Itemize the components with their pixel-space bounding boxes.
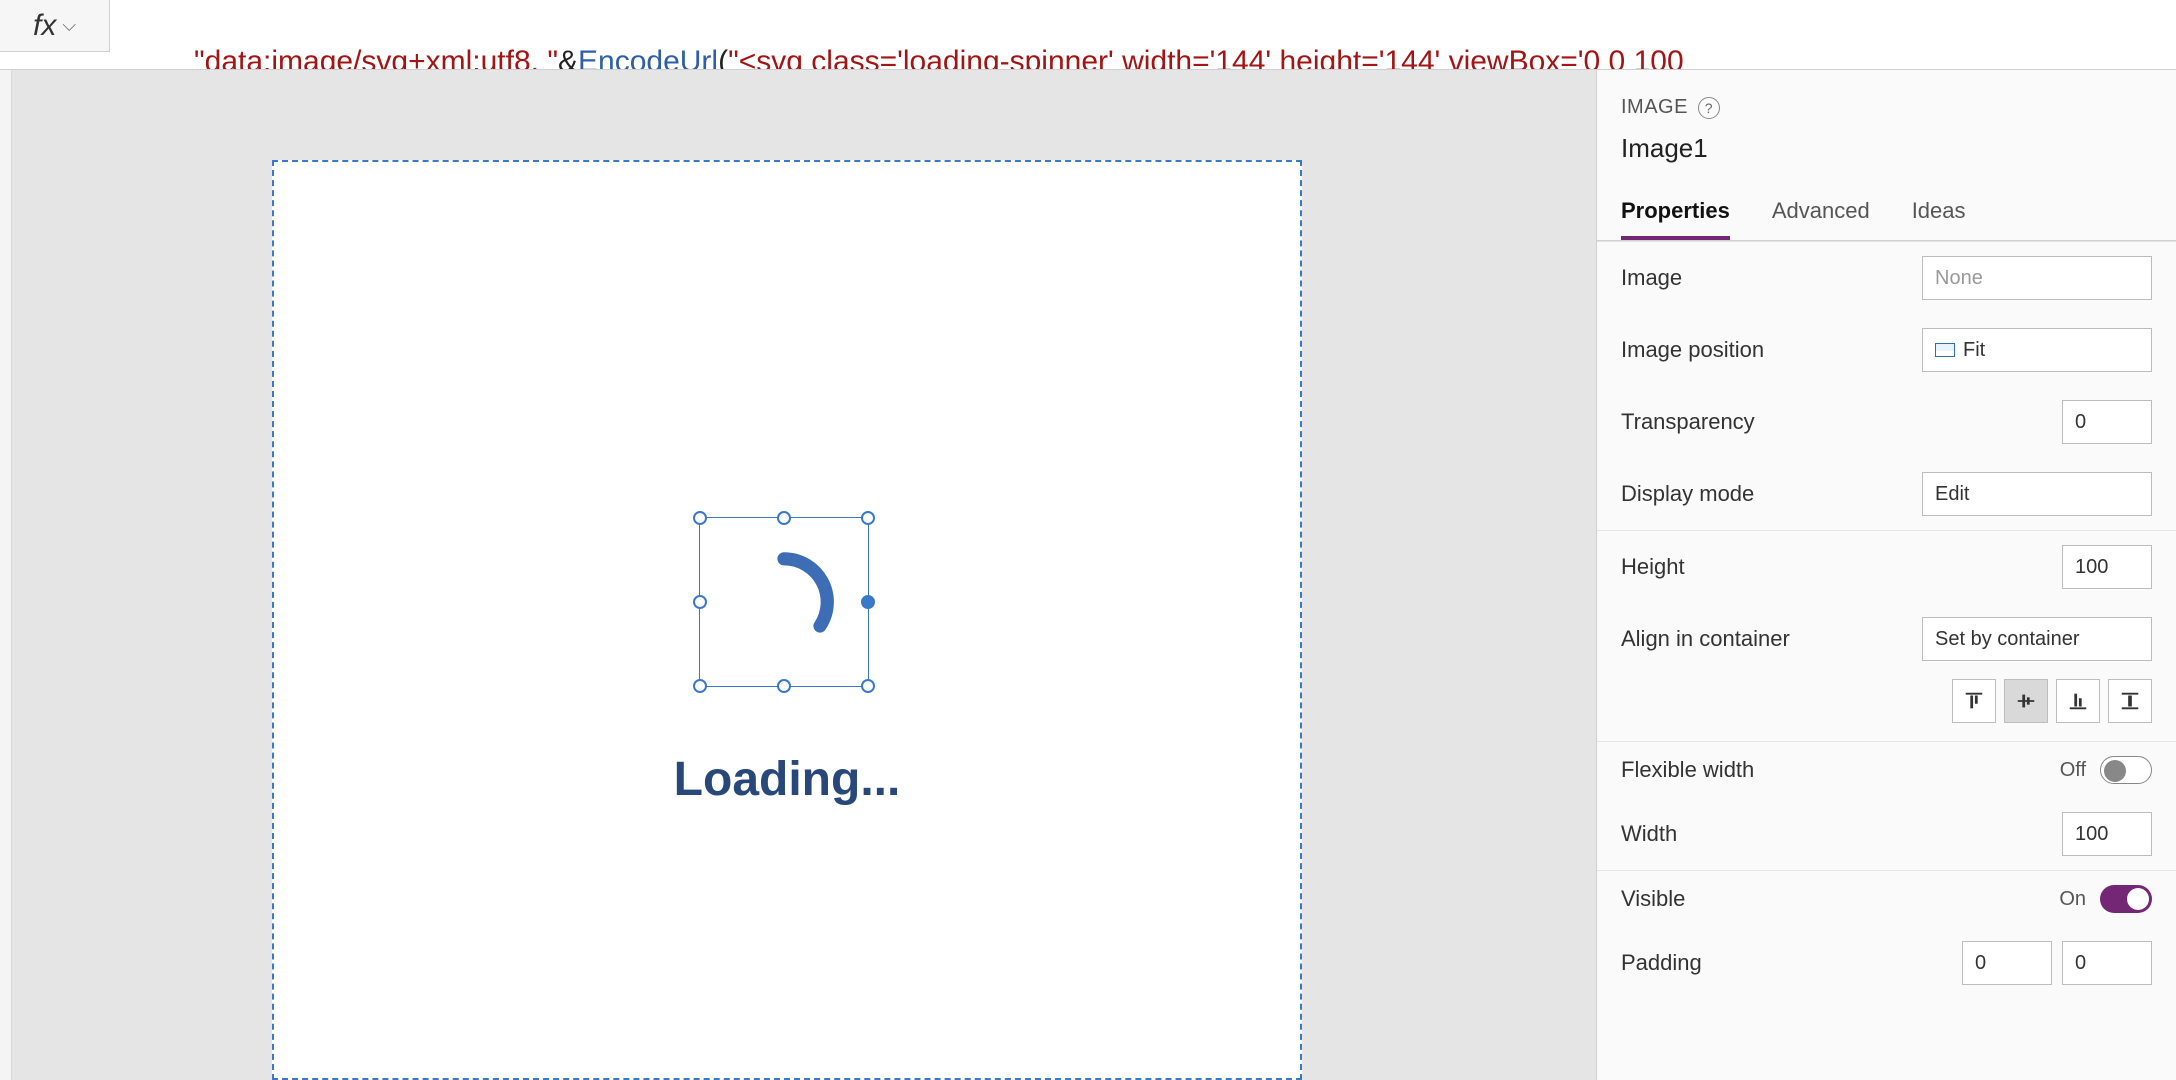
prop-padding-b[interactable]: 0 — [2062, 941, 2152, 985]
image-control-selected[interactable] — [699, 517, 869, 687]
formula-input[interactable]: "data:image/svg+xml;utf8, "&EncodeUrl("<… — [110, 0, 2176, 70]
formula-token-fn: EncodeUrl — [578, 45, 718, 70]
resize-handle-top-right[interactable] — [861, 511, 875, 525]
prop-group-image: Image None Image position Fit Transparen… — [1597, 241, 2176, 530]
help-icon[interactable]: ? — [1698, 97, 1720, 119]
visible-toggle[interactable] — [2100, 885, 2152, 913]
formula-bar: fx ⌵ "data:image/svg+xml;utf8, "&EncodeU… — [0, 0, 2176, 70]
prop-image-label: Image — [1621, 265, 1910, 291]
prop-visible-label: Visible — [1621, 886, 2045, 912]
prop-align-label: Align in container — [1621, 626, 1910, 652]
fx-label: fx — [33, 9, 56, 43]
prop-image-value[interactable]: None — [1922, 256, 2152, 300]
formula-token-paren: ( — [718, 45, 728, 70]
resize-handle-bottom-center[interactable] — [777, 679, 791, 693]
flex-width-toggle[interactable] — [2100, 756, 2152, 784]
resize-handle-top-left[interactable] — [693, 511, 707, 525]
prop-group-width: Flexible width Off Width 100 — [1597, 741, 2176, 870]
loading-label: Loading... — [674, 752, 901, 807]
align-middle-button[interactable] — [2004, 679, 2048, 723]
prop-width-value[interactable]: 100 — [2062, 812, 2152, 856]
prop-image-position-label: Image position — [1621, 337, 1910, 363]
properties-panel: IMAGE ? Image1 Properties Advanced Ideas… — [1596, 70, 2176, 1080]
screen-container[interactable]: Loading... — [272, 160, 1302, 1080]
prop-display-mode-value[interactable]: Edit — [1922, 472, 2152, 516]
align-buttons — [1597, 675, 2176, 741]
tab-properties[interactable]: Properties — [1621, 198, 1730, 240]
prop-width-label: Width — [1621, 821, 2050, 847]
prop-display-mode-label: Display mode — [1621, 481, 1910, 507]
prop-group-layout: Height 100 Align in container Set by con… — [1597, 530, 2176, 741]
resize-handle-bottom-right[interactable] — [861, 679, 875, 693]
formula-token-string-tail: "<svg class='loading-spinner' width='144… — [728, 45, 1684, 70]
prop-padding-a[interactable]: 0 — [1962, 941, 2052, 985]
resize-handle-mid-right[interactable] — [861, 595, 875, 609]
left-gutter — [0, 70, 12, 1080]
align-stretch-button[interactable] — [2108, 679, 2152, 723]
control-name[interactable]: Image1 — [1621, 133, 2152, 164]
prop-align-value[interactable]: Set by container — [1922, 617, 2152, 661]
image-position-icon — [1935, 343, 1955, 357]
prop-flex-width-label: Flexible width — [1621, 757, 2046, 783]
formula-token-string: "data:image/svg+xml;utf8, " — [194, 45, 558, 70]
prop-height-label: Height — [1621, 554, 2050, 580]
formula-token-op: & — [558, 45, 578, 70]
properties-tabs: Properties Advanced Ideas — [1597, 174, 2176, 241]
prop-transparency-label: Transparency — [1621, 409, 2050, 435]
control-type-row: IMAGE ? — [1621, 96, 2152, 119]
workspace: Loading... IMAGE ? Image1 Properties Adv… — [0, 70, 2176, 1080]
prop-flex-width-state: Off — [2060, 759, 2086, 782]
prop-padding-label: Padding — [1621, 950, 1950, 976]
properties-header: IMAGE ? Image1 — [1597, 70, 2176, 174]
spinner-icon — [724, 542, 844, 662]
resize-handle-top-center[interactable] — [777, 511, 791, 525]
control-type-label: IMAGE — [1621, 96, 1688, 119]
tab-advanced[interactable]: Advanced — [1772, 198, 1870, 240]
resize-handle-mid-left[interactable] — [693, 595, 707, 609]
chevron-down-icon: ⌵ — [62, 15, 76, 36]
tab-ideas[interactable]: Ideas — [1912, 198, 1966, 240]
resize-handle-bottom-left[interactable] — [693, 679, 707, 693]
align-top-button[interactable] — [1952, 679, 1996, 723]
prop-transparency-value[interactable]: 0 — [2062, 400, 2152, 444]
prop-visible-state: On — [2059, 888, 2086, 911]
canvas-area[interactable]: Loading... — [12, 70, 1596, 1080]
prop-height-value[interactable]: 100 — [2062, 545, 2152, 589]
align-bottom-button[interactable] — [2056, 679, 2100, 723]
fx-button[interactable]: fx ⌵ — [0, 0, 110, 52]
prop-image-position-value[interactable]: Fit — [1922, 328, 2152, 372]
prop-image-position-text: Fit — [1963, 339, 1985, 362]
prop-group-visible: Visible On Padding 0 0 — [1597, 870, 2176, 999]
